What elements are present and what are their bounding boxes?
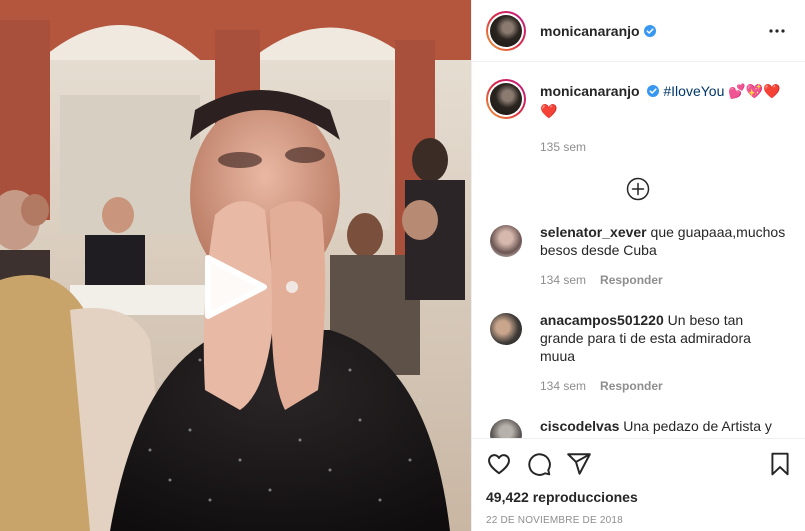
post-modal: monicanaranjo monicanaranjo #IloveYou 💕💖… bbox=[0, 0, 805, 531]
comment-item: anacampos501220 Un beso tan grande para … bbox=[486, 311, 789, 395]
reply-button[interactable]: Responder bbox=[600, 377, 663, 395]
share-icon[interactable] bbox=[566, 451, 592, 477]
load-more-comments[interactable] bbox=[486, 177, 789, 201]
caption-time[interactable]: 135 sem bbox=[540, 137, 781, 157]
caption-username[interactable]: monicanaranjo bbox=[540, 83, 640, 99]
comment-username[interactable]: anacampos501220 bbox=[540, 312, 664, 328]
reply-button[interactable]: Responder bbox=[600, 271, 663, 289]
commenter-avatar[interactable] bbox=[490, 419, 522, 438]
comment-time[interactable]: 134 sem bbox=[540, 377, 586, 395]
verified-icon bbox=[643, 24, 656, 37]
comment-time[interactable]: 134 sem bbox=[540, 271, 586, 289]
caption-avatar[interactable] bbox=[486, 79, 526, 119]
play-icon bbox=[205, 255, 267, 319]
caption-hashtag[interactable]: #IloveYou bbox=[663, 83, 724, 99]
comment-text: Una pedazo de Artista y bbox=[623, 418, 772, 434]
post-footer: 49,422 reproducciones 22 DE NOVIEMBRE DE… bbox=[472, 438, 805, 531]
views-label: reproducciones bbox=[532, 489, 638, 505]
commenter-avatar[interactable] bbox=[490, 225, 522, 257]
verified-icon bbox=[647, 85, 660, 97]
views-count[interactable]: 49,422 reproducciones bbox=[486, 489, 793, 505]
post-date[interactable]: 22 DE NOVIEMBRE DE 2018 bbox=[486, 515, 793, 526]
comment-item: ciscodelvas Una pedazo de Artista y bbox=[486, 417, 789, 438]
more-icon bbox=[769, 28, 785, 33]
views-number: 49,422 bbox=[486, 489, 529, 505]
comment-username[interactable]: selenator_xever bbox=[540, 224, 647, 240]
plus-circle-icon bbox=[626, 177, 649, 201]
bookmark-icon[interactable] bbox=[767, 451, 793, 477]
comments-section[interactable]: monicanaranjo #IloveYou 💕💖❤️ ❤️ 135 sem bbox=[472, 63, 805, 438]
caption-emojis: 💕💖❤️ bbox=[728, 83, 781, 99]
post-sidebar: monicanaranjo monicanaranjo #IloveYou 💕💖… bbox=[471, 0, 805, 531]
header-username[interactable]: monicanaranjo bbox=[540, 23, 640, 39]
comment-icon[interactable] bbox=[526, 451, 552, 477]
heart-icon[interactable] bbox=[486, 451, 512, 477]
play-button[interactable] bbox=[202, 252, 268, 322]
commenter-avatar[interactable] bbox=[490, 313, 522, 345]
avatar[interactable] bbox=[486, 10, 526, 51]
post-header: monicanaranjo bbox=[472, 0, 805, 62]
comment-username[interactable]: ciscodelvas bbox=[540, 418, 619, 434]
comment-item: selenator_xever que guapaaa,muchos besos… bbox=[486, 223, 789, 289]
more-options-button[interactable] bbox=[765, 19, 789, 43]
post-caption: monicanaranjo #IloveYou 💕💖❤️ ❤️ 135 sem bbox=[486, 79, 789, 157]
video-player[interactable] bbox=[0, 0, 471, 531]
action-bar bbox=[486, 449, 793, 479]
caption-emojis-2: ❤️ bbox=[540, 103, 558, 119]
